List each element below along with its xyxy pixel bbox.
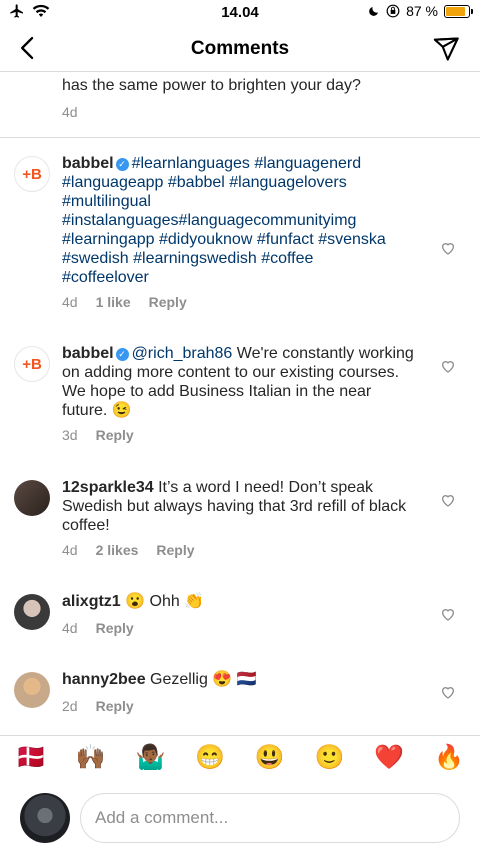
emoji-button[interactable]: ❤️ bbox=[374, 743, 404, 772]
comments-list[interactable]: has the same power to brighten your day?… bbox=[0, 72, 480, 727]
comment-body: 😮 Ohh 👏 bbox=[125, 593, 205, 610]
emoji-button[interactable]: 🙂 bbox=[315, 743, 345, 772]
emoji-button[interactable]: 🙌🏾 bbox=[76, 743, 106, 772]
reply-button[interactable]: Reply bbox=[96, 427, 134, 443]
comment-age: 4d bbox=[62, 620, 78, 636]
comment-meta: 3d Reply bbox=[62, 427, 134, 443]
hashtag-line[interactable]: #learnlanguages #languagenerd bbox=[132, 155, 362, 172]
hashtag-line[interactable]: #multilingual bbox=[62, 193, 151, 210]
emoji-button[interactable]: 😁 bbox=[195, 743, 225, 772]
username[interactable]: babbel bbox=[62, 345, 114, 362]
comment-age: 3d bbox=[62, 427, 78, 443]
comment-meta: 2d Reply bbox=[62, 698, 134, 714]
comment-age: 4d bbox=[62, 542, 78, 558]
emoji-button[interactable]: 😃 bbox=[255, 743, 285, 772]
comment-meta: 4d 1 like Reply bbox=[62, 294, 187, 310]
likes-count[interactable]: 2 likes bbox=[96, 542, 139, 558]
reply-button[interactable]: Reply bbox=[96, 698, 134, 714]
username[interactable]: hanny2bee bbox=[62, 671, 146, 688]
reply-button[interactable]: Reply bbox=[156, 542, 194, 558]
moon-icon bbox=[369, 7, 379, 16]
avatar[interactable]: +B bbox=[14, 346, 50, 382]
like-heart-icon[interactable] bbox=[440, 684, 456, 700]
hashtag-line[interactable]: #instalanguages#languagecommunityimg bbox=[62, 212, 356, 229]
emoji-button[interactable]: 🔥 bbox=[434, 743, 464, 772]
hashtag-line[interactable]: #learningapp #didyouknow #funfact #svens… bbox=[62, 231, 386, 248]
like-heart-icon[interactable] bbox=[440, 492, 456, 508]
avatar[interactable]: +B bbox=[14, 156, 50, 192]
battery-percent: 87 % bbox=[406, 3, 438, 19]
comment-text: babbel ✓ @rich_brah86 We're constantly wor… bbox=[62, 344, 418, 420]
share-send-icon[interactable] bbox=[432, 35, 460, 63]
comment-text: hanny2bee Gezellig 😍 🇳🇱 bbox=[62, 670, 418, 689]
username[interactable]: 12sparkle34 bbox=[62, 479, 154, 496]
username[interactable]: alixgtz1 bbox=[62, 593, 121, 610]
like-heart-icon[interactable] bbox=[440, 358, 456, 374]
verified-badge-icon: ✓ bbox=[115, 158, 129, 171]
page-title: Comments bbox=[190, 38, 290, 59]
comment-meta: 4d bbox=[62, 104, 78, 120]
status-right: 87 % bbox=[368, 3, 473, 19]
rotation-lock-icon bbox=[386, 4, 400, 18]
comment-age: 2d bbox=[62, 698, 78, 714]
reply-button[interactable]: Reply bbox=[149, 294, 187, 310]
user-avatar bbox=[20, 793, 70, 843]
comment-meta: 4d 2 likes Reply bbox=[62, 542, 195, 558]
battery-icon bbox=[444, 4, 473, 18]
comment-text: 12sparkle34 It’s a word I need! Don’t sp… bbox=[62, 478, 418, 535]
avatar[interactable] bbox=[14, 480, 50, 516]
likes-count[interactable]: 1 like bbox=[96, 294, 131, 310]
avatar[interactable] bbox=[14, 594, 50, 630]
battery-level bbox=[446, 6, 466, 16]
comment-age: 4d bbox=[62, 104, 78, 120]
divider bbox=[0, 137, 480, 138]
hashtag-line[interactable]: #coffeelover bbox=[62, 269, 149, 286]
emoji-button[interactable]: 🤷🏾‍♂️ bbox=[135, 743, 165, 772]
username[interactable]: babbel bbox=[62, 155, 114, 172]
emoji-quick-bar: 🇩🇰 🙌🏾 🤷🏾‍♂️ 😁 😃 🙂 ❤️ 🔥 bbox=[0, 735, 480, 779]
like-heart-icon[interactable] bbox=[440, 240, 456, 256]
comment-meta: 4d Reply bbox=[62, 620, 134, 636]
hashtag-line[interactable]: #languageapp #babbel #languagelovers bbox=[62, 174, 347, 191]
comment-composer bbox=[0, 790, 480, 848]
header: Comments bbox=[0, 26, 480, 72]
verified-badge-icon: ✓ bbox=[115, 348, 129, 361]
avatar[interactable] bbox=[14, 672, 50, 708]
like-heart-icon[interactable] bbox=[440, 606, 456, 622]
status-bar: 14.04 87 % bbox=[0, 0, 480, 26]
emoji-button[interactable]: 🇩🇰 bbox=[16, 743, 46, 772]
comment-text: has the same power to brighten your day? bbox=[62, 77, 361, 94]
comment-text: alixgtz1 😮 Ohh 👏 bbox=[62, 592, 418, 611]
comment-body: We're constantly working on adding more … bbox=[62, 345, 414, 419]
hashtag-line[interactable]: #swedish #learningswedish #coffee bbox=[62, 250, 313, 267]
comment-text: babbel ✓ #learnlanguages #languagenerd #la… bbox=[62, 154, 418, 287]
comment-body: Gezellig 😍 🇳🇱 bbox=[150, 671, 257, 688]
mention[interactable]: @rich_brah86 bbox=[132, 345, 233, 362]
comment-age: 4d bbox=[62, 294, 78, 310]
comment-input[interactable] bbox=[80, 793, 460, 843]
reply-button[interactable]: Reply bbox=[96, 620, 134, 636]
